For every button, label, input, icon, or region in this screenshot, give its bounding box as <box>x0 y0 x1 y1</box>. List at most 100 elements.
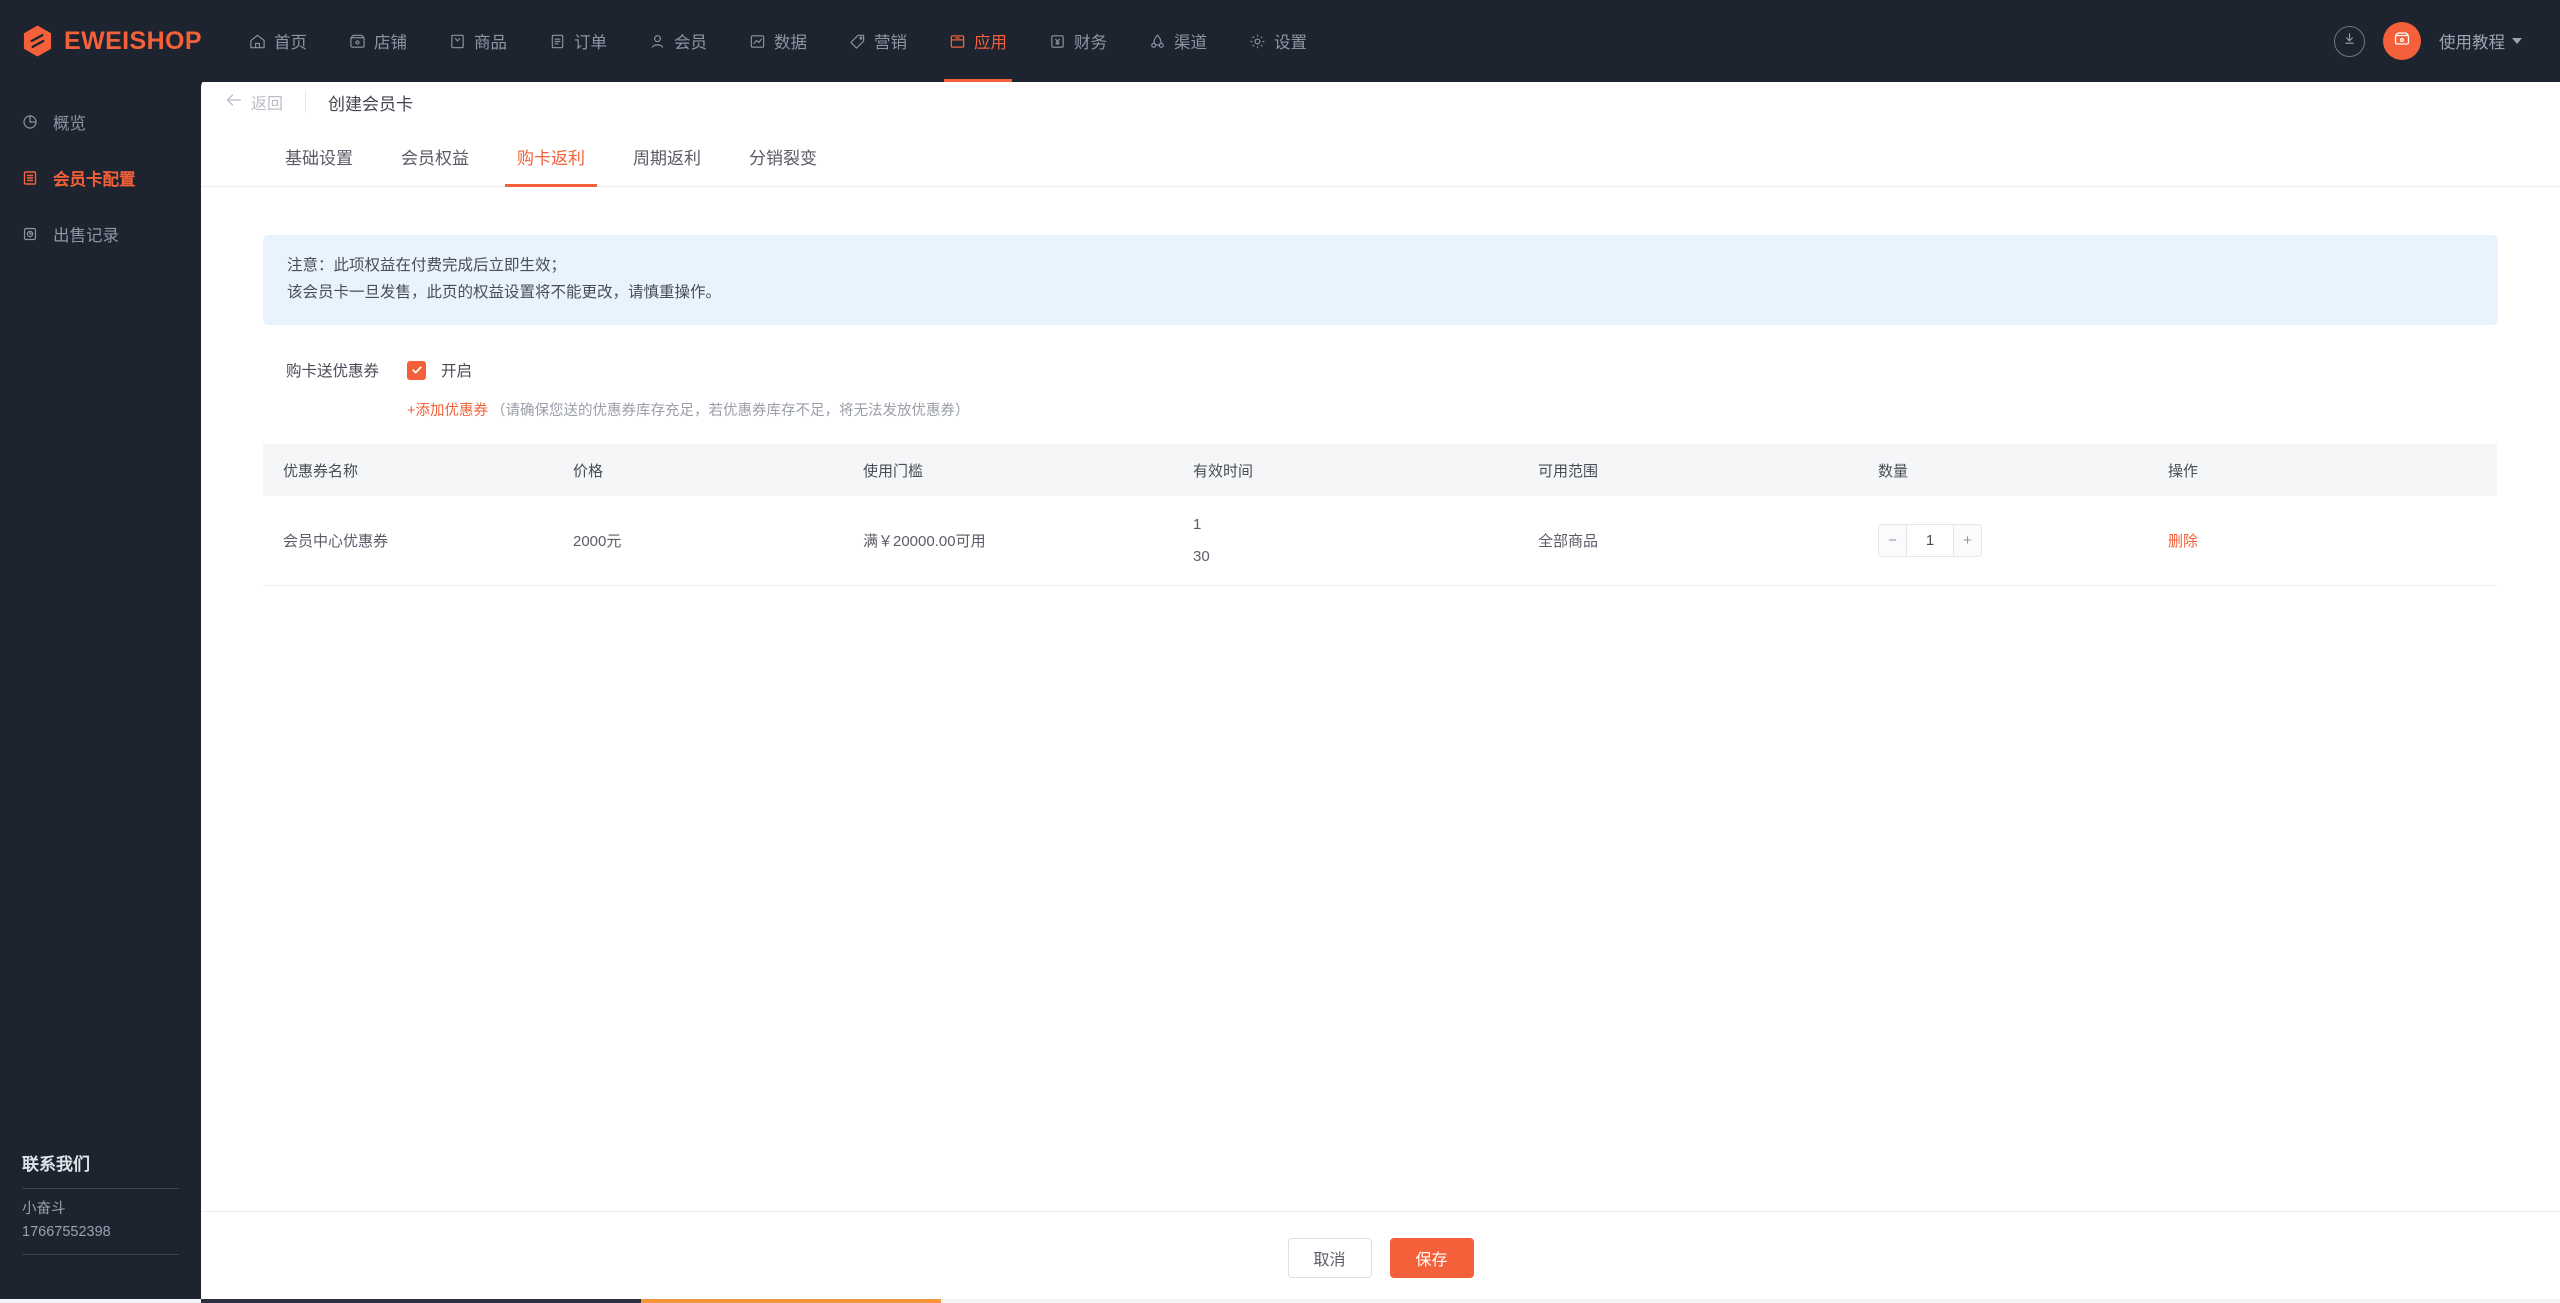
nav-item-order[interactable]: 订单 <box>528 0 628 82</box>
nav-label: 店铺 <box>374 34 407 52</box>
back-button[interactable]: 返回 <box>226 90 283 114</box>
download-icon <box>2342 31 2357 51</box>
nav-label: 商品 <box>474 34 507 52</box>
coupon-table: 优惠券名称 价格 使用门槛 有效时间 可用范围 数量 操作 会员中心优惠券 20… <box>263 444 2497 587</box>
scrollbar-thumb[interactable] <box>641 1299 941 1303</box>
enable-checkbox[interactable] <box>407 360 426 380</box>
enable-checkbox-label: 开启 <box>441 363 473 381</box>
cell-price: 2000元 <box>573 533 622 551</box>
nav-item-finance[interactable]: 财务 <box>1028 0 1128 82</box>
column-header-scope: 可用范围 <box>1538 462 1599 480</box>
contact-us-block: 联系我们 小奋斗 17667552398 <box>0 1150 201 1255</box>
card-body: 注意：此项权益在付费完成后立即生效； 该会员卡一旦发售，此页的权益设置将不能更改… <box>201 188 2560 1211</box>
shop-avatar-icon <box>2392 29 2412 54</box>
add-coupon-row: +添加优惠券 （请确保您送的优惠券库存充足，若优惠券库存不足，将无法发放优惠券） <box>263 399 2498 420</box>
cell-coupon-name: 会员中心优惠券 <box>283 533 389 551</box>
order-icon <box>549 33 566 50</box>
top-header-bar: EWEISHOP 首页 店铺 商品 订单 会员 数据 营销 应用 财务 渠道 设… <box>0 0 2560 82</box>
cell-quantity: − 1 + <box>1878 524 2168 558</box>
tab-label: 周期返利 <box>633 148 701 168</box>
sidebar-item-sales-record[interactable]: 出售记录 <box>0 212 201 256</box>
tag-icon <box>849 33 866 50</box>
tab-periodic-rebate[interactable]: 周期返利 <box>609 126 725 187</box>
check-icon <box>411 364 423 376</box>
table-header-row: 优惠券名称 价格 使用门槛 有效时间 可用范围 数量 操作 <box>263 444 2497 497</box>
nav-label: 会员 <box>674 34 707 52</box>
notice-line-2: 该会员卡一旦发售，此页的权益设置将不能更改，请慎重操作。 <box>287 284 722 302</box>
sidebar-item-label: 出售记录 <box>53 227 119 245</box>
nav-label: 财务 <box>1074 34 1107 52</box>
nav-item-apps[interactable]: 应用 <box>928 0 1028 82</box>
nav-label: 首页 <box>274 34 307 52</box>
nav-item-data[interactable]: 数据 <box>728 0 828 82</box>
tab-label: 购卡返利 <box>517 148 585 168</box>
sidebar-item-label: 概览 <box>53 115 86 133</box>
finance-yuan-icon <box>1049 33 1066 50</box>
contact-phone: 17667552398 <box>22 1223 111 1240</box>
home-icon <box>249 33 266 50</box>
tab-card-purchase-rebate[interactable]: 购卡返利 <box>493 126 609 187</box>
add-coupon-link[interactable]: +添加优惠券 <box>407 399 488 420</box>
download-button[interactable] <box>2334 25 2365 57</box>
page-title: 创建会员卡 <box>328 94 414 114</box>
sidebar-item-overview[interactable]: 概览 <box>0 100 201 144</box>
nav-item-settings[interactable]: 设置 <box>1228 0 1328 82</box>
nav-item-goods[interactable]: 商品 <box>428 0 528 82</box>
quantity-increase-button[interactable]: + <box>1954 524 1982 558</box>
shop-icon <box>349 33 366 50</box>
tutorial-label: 使用教程 <box>2439 34 2505 52</box>
brand-logo-area[interactable]: EWEISHOP <box>22 24 202 58</box>
sidebar-item-card-config[interactable]: 会员卡配置 <box>0 156 201 200</box>
card-config-icon <box>22 170 38 186</box>
save-button[interactable]: 保存 <box>1389 1237 1474 1278</box>
notice-line-1: 注意：此项权益在付费完成后立即生效； <box>287 257 567 274</box>
delete-link[interactable]: 删除 <box>2168 533 2198 550</box>
tutorial-menu[interactable]: 使用教程 <box>2439 29 2522 53</box>
tab-bar: 基础设置 会员权益 购卡返利 周期返利 分销裂变 <box>201 126 2560 187</box>
header-actions: 使用教程 <box>2334 22 2522 60</box>
member-icon <box>649 33 666 50</box>
column-header-valid-time: 有效时间 <box>1193 462 1254 480</box>
contact-name: 小奋斗 <box>22 1201 66 1218</box>
tab-distribution-fission[interactable]: 分销裂变 <box>725 126 841 187</box>
nav-label: 订单 <box>574 34 607 52</box>
gear-icon <box>1249 33 1266 50</box>
divider <box>305 91 307 113</box>
avatar[interactable] <box>2383 22 2421 60</box>
app-box-icon <box>949 33 966 50</box>
nav-label: 营销 <box>874 34 907 52</box>
sales-record-icon <box>22 226 38 242</box>
quantity-stepper: − 1 + <box>1878 524 2168 558</box>
contact-details: 小奋斗 17667552398 <box>22 1189 179 1254</box>
nav-item-shop[interactable]: 店铺 <box>328 0 428 82</box>
cancel-button[interactable]: 取消 <box>1287 1237 1372 1278</box>
nav-label: 渠道 <box>1174 34 1207 52</box>
nav-item-channel[interactable]: 渠道 <box>1128 0 1228 82</box>
left-sidebar: 概览 会员卡配置 出售记录 联系我们 小奋斗 17667552398 <box>0 82 201 1303</box>
hexagon-logo-icon <box>22 24 53 58</box>
card-footer: 取消 保存 <box>201 1211 2560 1303</box>
cell-threshold: 满￥20000.00可用 <box>863 533 986 551</box>
quantity-input[interactable]: 1 <box>1906 524 1954 558</box>
nav-label: 数据 <box>774 34 807 52</box>
sidebar-item-label: 会员卡配置 <box>53 171 136 189</box>
table-row: 会员中心优惠券 2000元 满￥20000.00可用 1 30 全部商品 − 1… <box>263 496 2497 587</box>
column-header-threshold: 使用门槛 <box>863 462 924 480</box>
tab-basic-settings[interactable]: 基础设置 <box>261 126 377 187</box>
nav-item-member[interactable]: 会员 <box>628 0 728 82</box>
card-header: 返回 创建会员卡 <box>201 78 2560 126</box>
cell-action: 删除 <box>2168 530 2428 551</box>
nav-label: 设置 <box>1274 34 1307 52</box>
tab-member-benefits[interactable]: 会员权益 <box>377 126 493 187</box>
cell-scope: 全部商品 <box>1538 533 1599 551</box>
quantity-decrease-button[interactable]: − <box>1878 524 1906 558</box>
add-coupon-hint: （请确保您送的优惠券库存充足，若优惠券库存不足，将无法发放优惠券） <box>490 403 970 420</box>
chart-icon <box>749 33 766 50</box>
brand-name: EWEISHOP <box>64 26 202 55</box>
back-label: 返回 <box>251 96 284 113</box>
column-header-coupon-name: 优惠券名称 <box>283 462 359 480</box>
contact-title: 联系我们 <box>22 1155 90 1175</box>
horizontal-scrollbar[interactable] <box>0 1299 2560 1303</box>
nav-item-home[interactable]: 首页 <box>228 0 328 82</box>
nav-item-marketing[interactable]: 营销 <box>828 0 928 82</box>
